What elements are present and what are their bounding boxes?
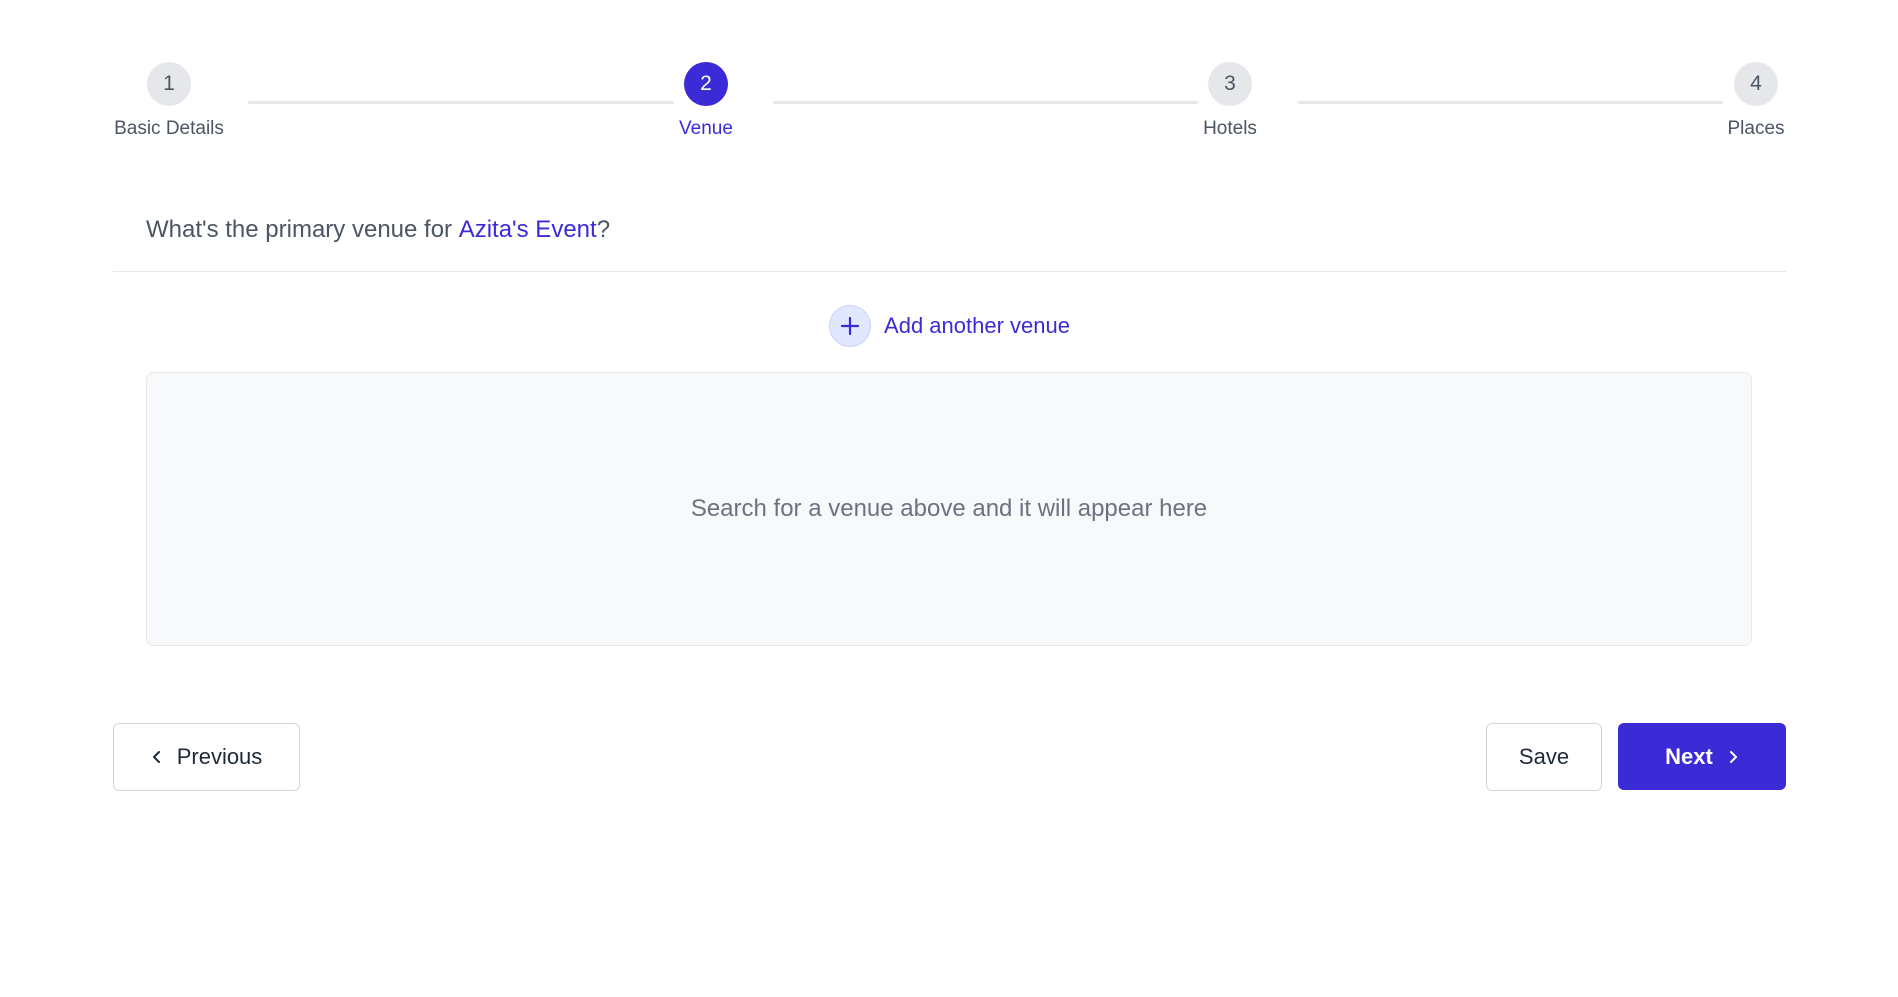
step-connector: [773, 101, 1198, 104]
next-button[interactable]: Next: [1618, 723, 1786, 790]
step-number-badge: 3: [1208, 62, 1252, 106]
step-number-badge: 2: [684, 62, 728, 106]
save-label: Save: [1518, 744, 1570, 769]
plus-icon[interactable]: [829, 305, 872, 347]
placeholder-text: Search for a venue above and it will app…: [690, 495, 1208, 522]
step-connector: [1298, 101, 1723, 104]
progress-stepper: 1 Basic Details 2 Venue 3 Hotels 4 Place…: [113, 62, 1786, 152]
venue-question: What's the primary venue for Azita's Eve…: [113, 188, 1786, 272]
venue-card: What's the primary venue for Azita's Eve…: [113, 188, 1786, 680]
step-number-badge: 1: [147, 62, 191, 106]
next-label: Next: [1665, 743, 1713, 769]
step-label: Venue: [679, 118, 733, 139]
step-label: Places: [1727, 118, 1785, 139]
step-basic-details[interactable]: 1 Basic Details: [113, 62, 225, 140]
question-suffix: ?: [596, 215, 611, 243]
step-connector: [248, 101, 674, 104]
step-label: Basic Details: [114, 118, 224, 139]
event-name: Azita's Event: [458, 215, 597, 243]
step-venue[interactable]: 2 Venue: [676, 62, 736, 140]
save-button[interactable]: Save: [1486, 723, 1602, 791]
add-another-venue-button[interactable]: Add another venue: [113, 305, 1786, 347]
chevron-right-icon: [1727, 749, 1739, 765]
step-places[interactable]: 4 Places: [1726, 62, 1786, 140]
add-venue-label[interactable]: Add another venue: [884, 313, 1070, 339]
question-prefix: What's the primary venue for: [146, 215, 459, 243]
venue-results-placeholder: Search for a venue above and it will app…: [146, 372, 1752, 646]
step-hotels[interactable]: 3 Hotels: [1196, 62, 1264, 140]
previous-label: Previous: [176, 744, 263, 769]
step-label: Hotels: [1203, 118, 1257, 139]
venue-wizard-page: 1 Basic Details 2 Venue 3 Hotels 4 Place…: [0, 0, 1898, 997]
step-number-badge: 4: [1734, 62, 1778, 106]
chevron-left-icon: [151, 749, 163, 765]
previous-button[interactable]: Previous: [113, 723, 300, 791]
